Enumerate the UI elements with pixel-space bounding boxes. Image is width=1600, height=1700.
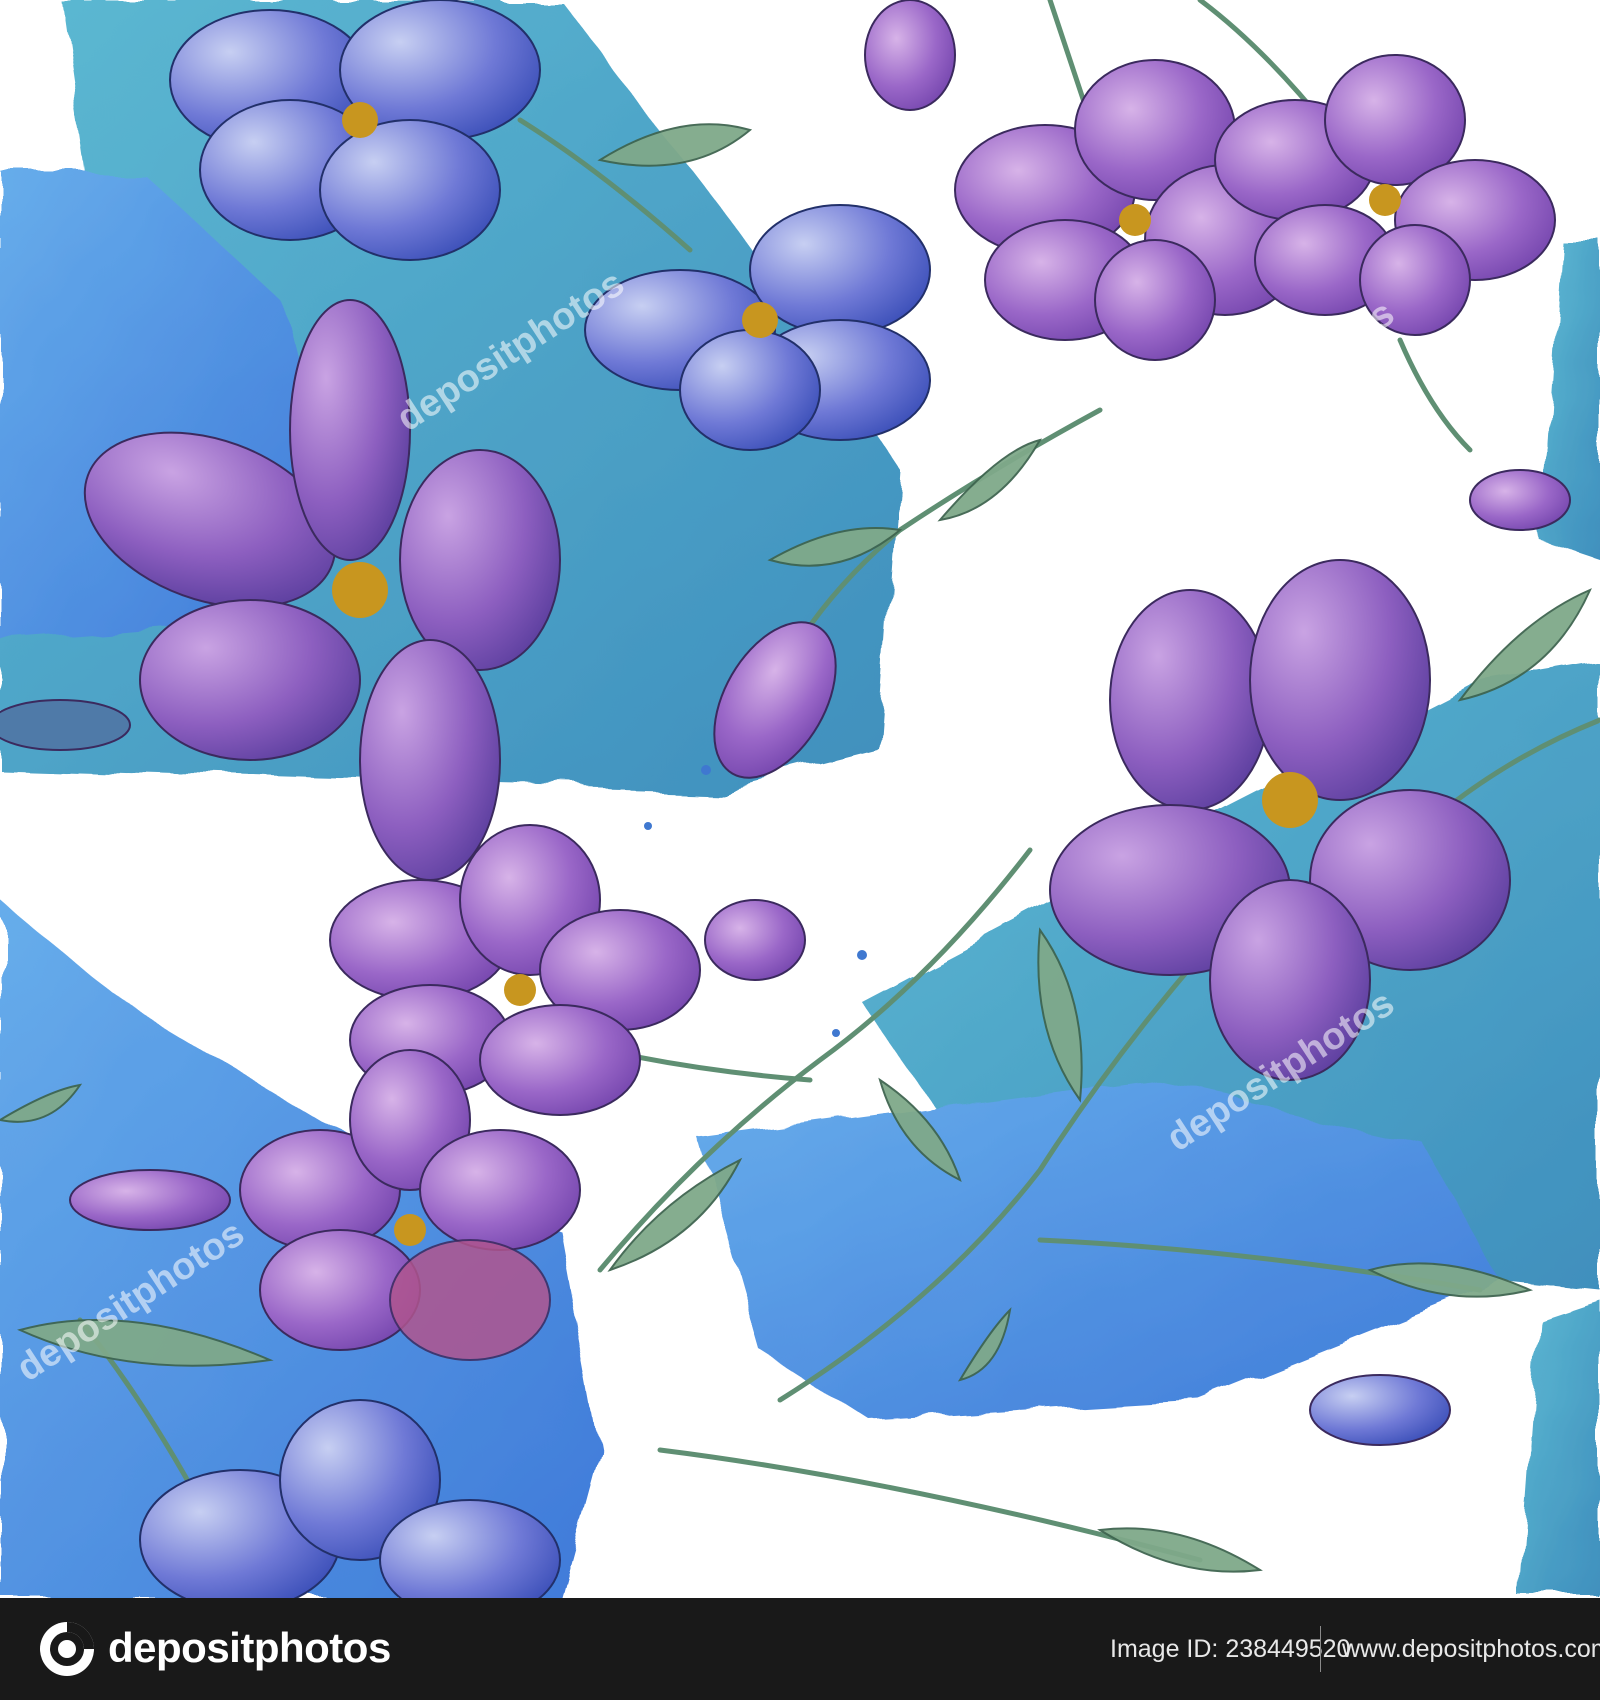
bud (704, 899, 806, 981)
leaf (1097, 1527, 1263, 1573)
bud (69, 1169, 231, 1231)
stem (657, 1447, 1203, 1563)
camera-aperture-icon (40, 1622, 94, 1676)
leaf (937, 438, 1043, 522)
bud (1469, 469, 1571, 531)
leaf (607, 1157, 743, 1272)
bud (0, 699, 131, 751)
stock-image-preview: depositphotos depositphotos depositphoto… (0, 0, 1600, 1700)
watercolor-flax-pattern (0, 0, 1600, 1598)
stock-footer-bar: depositphotos Image ID: 238449520 www.de… (0, 1598, 1600, 1700)
site-url-link[interactable]: www.depositphotos.com (1342, 1632, 1600, 1666)
footer-divider (1320, 1626, 1321, 1672)
stem (1397, 337, 1473, 453)
teal-wash-bottom-right (1520, 1300, 1600, 1598)
bud (864, 0, 956, 111)
brand-logo-link[interactable]: depositphotos (108, 1622, 391, 1674)
bud (1309, 1374, 1451, 1446)
image-id-label: Image ID: 238449520 (1110, 1635, 1351, 1663)
